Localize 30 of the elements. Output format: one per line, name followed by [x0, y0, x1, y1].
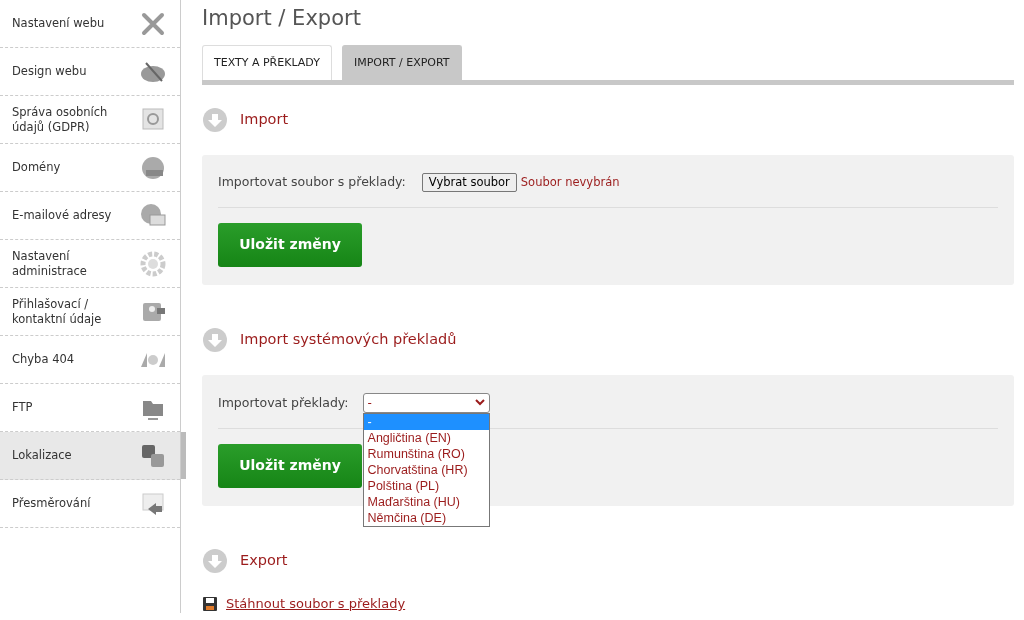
tab[interactable]: IMPORT / EXPORT	[341, 45, 462, 80]
sidebar-item[interactable]: Přesměrování	[0, 480, 180, 528]
save-button[interactable]: Uložit změny	[218, 222, 362, 267]
section-heading: Import	[240, 109, 289, 129]
chevron-down-icon	[474, 399, 485, 407]
field-label: Importovat soubor s překlady:	[218, 172, 406, 191]
save-button[interactable]: Uložit změny	[218, 443, 362, 488]
dropdown-option[interactable]: Maďarština (HU)	[363, 493, 489, 510]
choose-file-button[interactable]: Vybrat soubor	[421, 172, 517, 192]
dropdown-option[interactable]: Angličtina (EN)	[363, 429, 489, 446]
dropdown-option[interactable]: Němčina (DE)	[363, 509, 489, 526]
sidebar-item[interactable]: Domény	[0, 144, 180, 192]
tab[interactable]: TEXTY A PŘEKLADY	[202, 45, 332, 80]
dropdown-option[interactable]: Polština (PL)	[363, 477, 489, 494]
sidebar-item[interactable]: Design webu	[0, 48, 180, 96]
sidebar-item[interactable]: E-mailové adresy	[0, 192, 180, 240]
section-heading: Export	[240, 551, 288, 571]
page-title: Import / Export	[202, 6, 362, 32]
sidebar-item[interactable]: Nastavení administrace	[0, 240, 180, 288]
sidebar-item[interactable]: Chyba 404	[0, 336, 180, 384]
dropdown-option[interactable]: Rumunština (RO)	[363, 445, 489, 462]
section-heading: Import systémových překladů	[240, 330, 457, 350]
sidebar-item[interactable]: Přihlašovací / kontaktní údaje	[0, 288, 180, 336]
dropdown-option[interactable]: Chorvatština (HR)	[363, 461, 489, 478]
language-select[interactable]: -	[362, 392, 490, 413]
download-link[interactable]: Stáhnout soubor s překlady	[226, 593, 406, 614]
sidebar-item[interactable]: Nastavení webu	[0, 0, 180, 48]
file-status: Soubor nevybrán	[520, 173, 620, 191]
field-label: Importovat překlady:	[218, 393, 349, 412]
sidebar-item[interactable]: Správa osobních údajů (GDPR)	[0, 96, 180, 144]
